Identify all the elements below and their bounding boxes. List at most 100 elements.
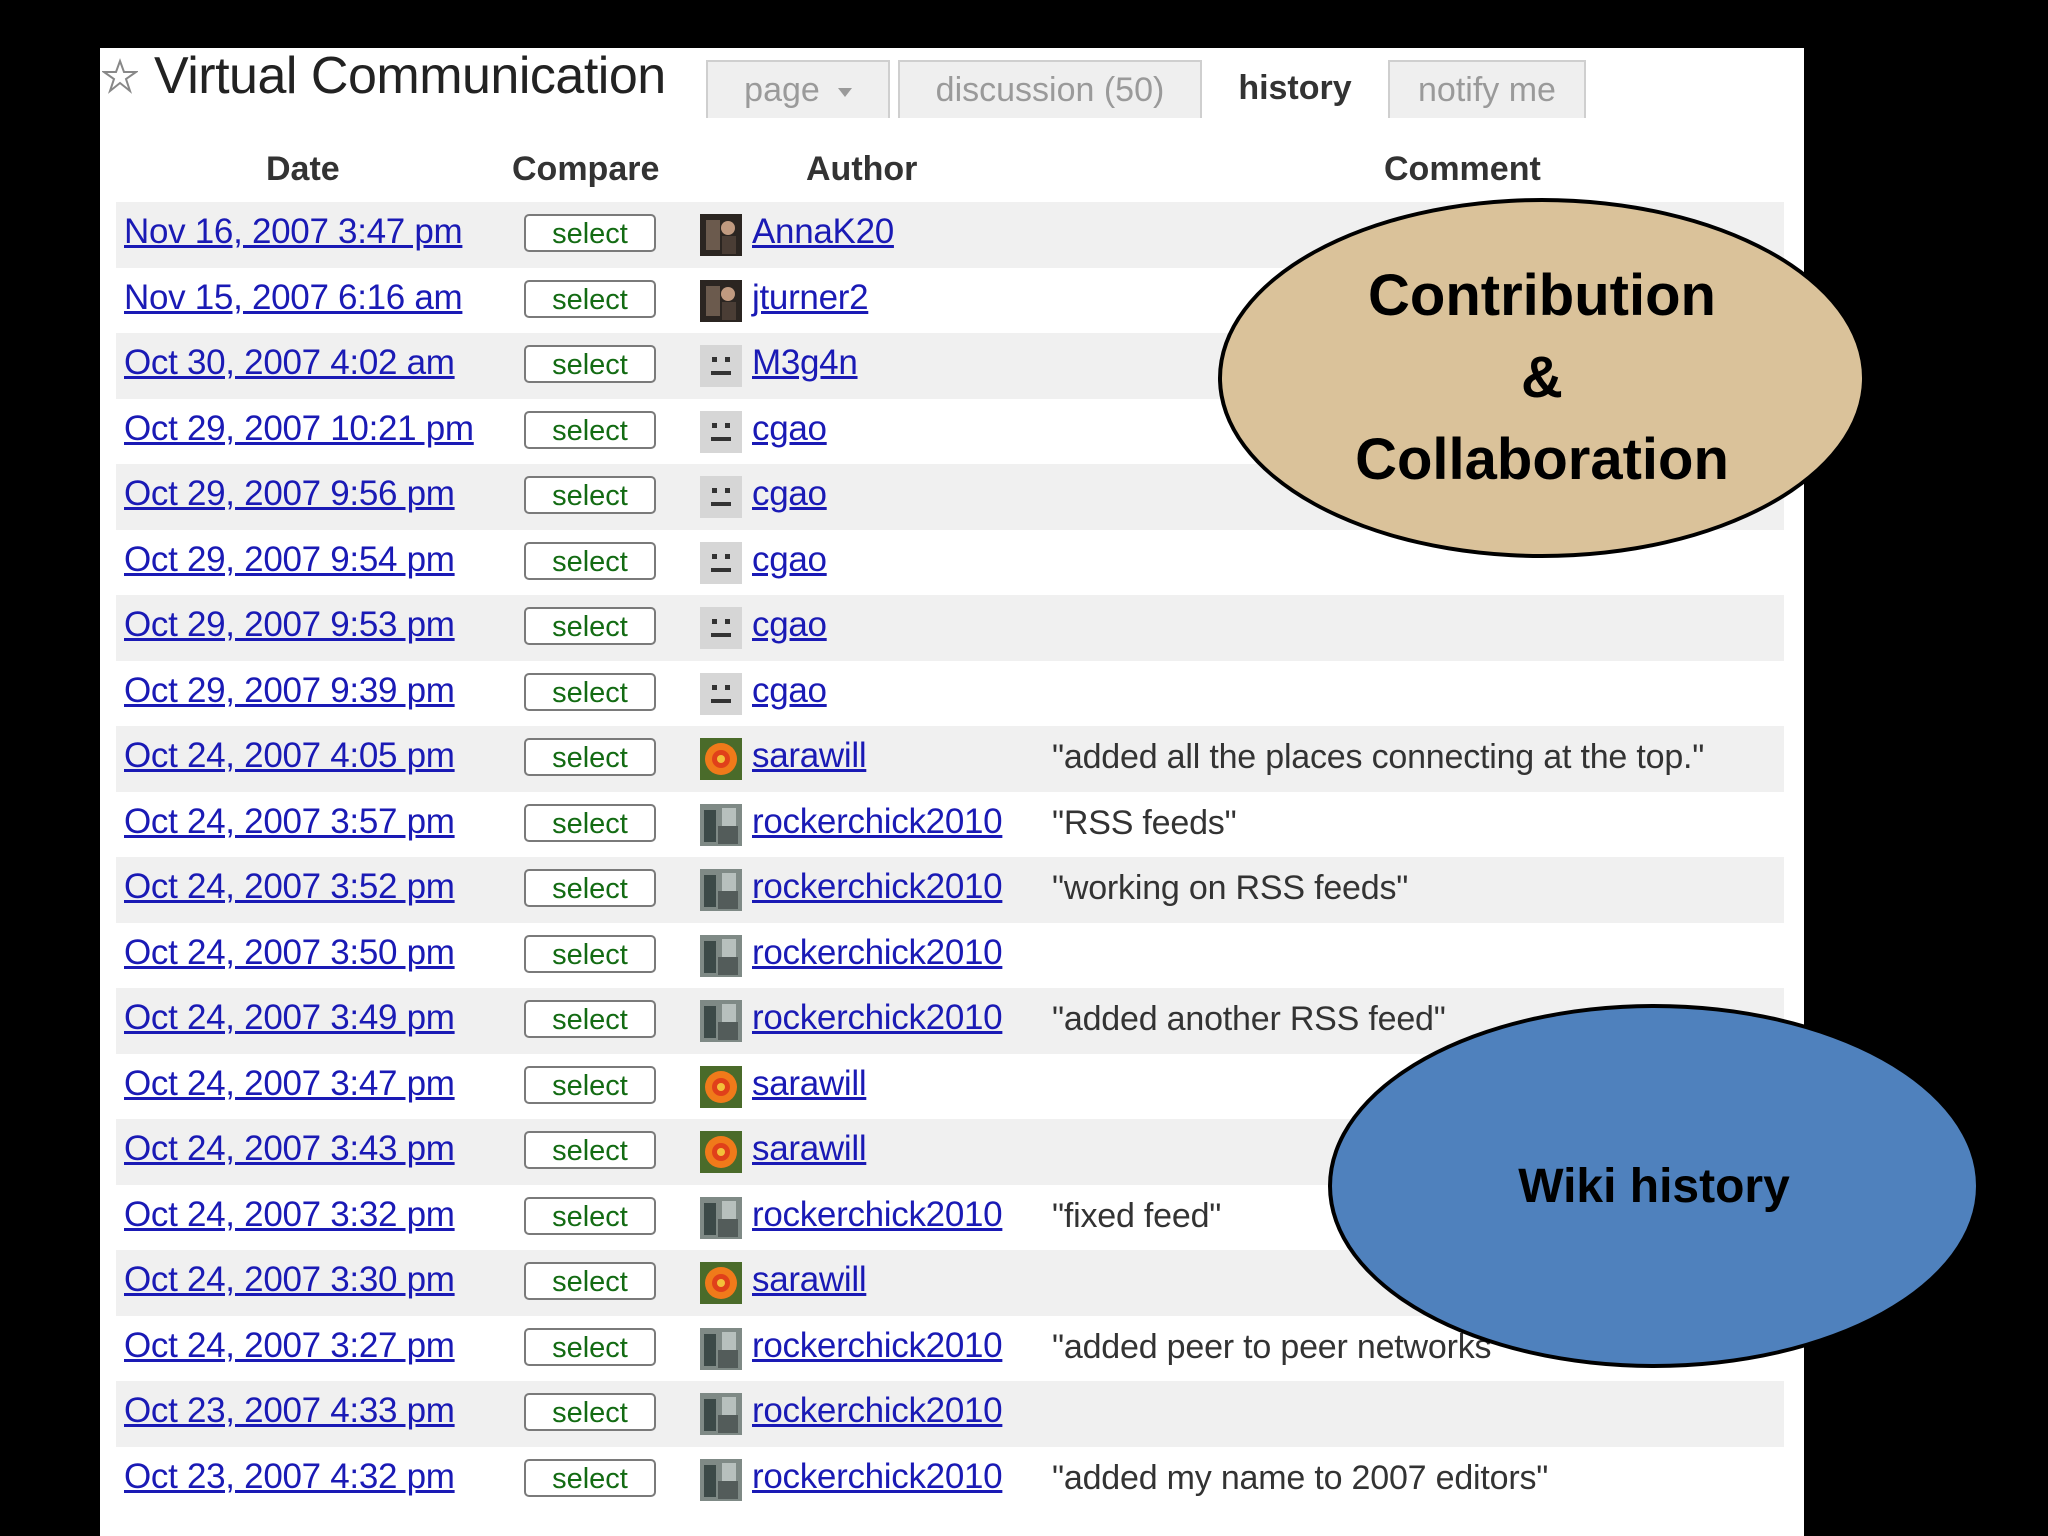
revision-comment: "fixed feed": [1052, 1196, 1222, 1235]
tab-discussion[interactable]: discussion (50): [898, 60, 1202, 118]
author-link[interactable]: sarawill: [752, 736, 867, 776]
avatar: [700, 869, 742, 911]
author-link[interactable]: rockerchick2010: [752, 933, 1003, 973]
author-link[interactable]: cgao: [752, 474, 827, 514]
revision-date-link[interactable]: Nov 15, 2007 6:16 am: [124, 278, 463, 318]
table-row: Oct 23, 2007 4:32 pm select rockerchick201…: [116, 1447, 1784, 1513]
author-link[interactable]: cgao: [752, 605, 827, 645]
select-button[interactable]: select: [524, 1131, 656, 1169]
author-link[interactable]: cgao: [752, 540, 827, 580]
select-button[interactable]: select: [524, 934, 656, 973]
select-button[interactable]: select: [524, 214, 656, 252]
revision-date-link[interactable]: Oct 29, 2007 9:53 pm: [124, 605, 455, 645]
tab-page[interactable]: page: [706, 60, 890, 118]
star-icon[interactable]: [102, 58, 138, 94]
revision-date-link[interactable]: Oct 24, 2007 3:49 pm: [124, 998, 455, 1038]
author-link[interactable]: rockerchick2010: [752, 802, 1003, 842]
revision-date-link[interactable]: Oct 23, 2007 4:32 pm: [124, 1457, 455, 1497]
revision-date-link[interactable]: Oct 30, 2007 4:02 am: [124, 343, 455, 383]
select-button[interactable]: select: [524, 672, 656, 711]
avatar: [700, 279, 742, 322]
column-header-compare: Compare: [512, 150, 660, 188]
avatar: [700, 672, 742, 715]
callout-line-1: Contribution: [1368, 263, 1716, 328]
page-title: Virtual Communication: [154, 48, 666, 105]
author-link[interactable]: sarawill: [752, 1064, 867, 1104]
select-button[interactable]: select: [524, 1000, 656, 1038]
author-link[interactable]: rockerchick2010: [752, 867, 1003, 907]
revision-date-link[interactable]: Oct 29, 2007 10:21 pm: [124, 409, 474, 449]
revision-date-link[interactable]: Oct 23, 2007 4:33 pm: [124, 1391, 455, 1431]
revision-date-link[interactable]: Oct 29, 2007 9:56 pm: [124, 474, 455, 514]
revision-date-link[interactable]: Oct 24, 2007 3:30 pm: [124, 1260, 455, 1300]
revision-comment: "added all the places connecting at the …: [1052, 738, 1705, 776]
author-link[interactable]: rockerchick2010: [752, 1391, 1003, 1431]
revision-comment: "working on RSS feeds": [1052, 869, 1409, 907]
author-link[interactable]: rockerchick2010: [752, 1195, 1003, 1235]
author-link[interactable]: cgao: [752, 409, 827, 449]
select-button[interactable]: select: [524, 738, 656, 776]
author-link[interactable]: sarawill: [752, 1260, 867, 1300]
revision-date-link[interactable]: Oct 24, 2007 4:05 pm: [124, 736, 455, 776]
callout-line-2: &: [1521, 345, 1563, 410]
column-header-author: Author: [806, 150, 918, 188]
avatar: [700, 1393, 742, 1435]
revision-date-link[interactable]: Oct 24, 2007 3:32 pm: [124, 1195, 455, 1235]
select-button[interactable]: select: [524, 803, 656, 842]
avatar: [700, 214, 742, 256]
select-button[interactable]: select: [524, 345, 656, 383]
tab-history[interactable]: history: [1212, 60, 1378, 118]
avatar: [700, 1327, 742, 1370]
table-row: Oct 29, 2007 9:39 pm select cgao: [116, 661, 1784, 727]
avatar: [700, 1131, 742, 1173]
select-button[interactable]: select: [524, 1327, 656, 1366]
avatar: [700, 410, 742, 453]
select-button[interactable]: select: [524, 1393, 656, 1431]
revision-date-link[interactable]: Oct 24, 2007 3:57 pm: [124, 802, 455, 842]
revision-date-link[interactable]: Oct 24, 2007 3:47 pm: [124, 1064, 455, 1104]
author-link[interactable]: sarawill: [752, 1129, 867, 1169]
revision-date-link[interactable]: Oct 24, 2007 3:27 pm: [124, 1326, 455, 1366]
revision-date-link[interactable]: Oct 24, 2007 3:43 pm: [124, 1129, 455, 1169]
chevron-down-icon: [837, 87, 852, 97]
author-link[interactable]: M3g4n: [752, 343, 858, 383]
revision-comment: "added my name to 2007 editors": [1052, 1458, 1549, 1497]
avatar: [700, 541, 742, 584]
select-button[interactable]: select: [524, 1196, 656, 1235]
avatar: [700, 476, 742, 518]
avatar: [700, 345, 742, 387]
revision-date-link[interactable]: Oct 29, 2007 9:54 pm: [124, 540, 455, 580]
revision-date-link[interactable]: Oct 29, 2007 9:39 pm: [124, 671, 455, 711]
select-button[interactable]: select: [524, 410, 656, 449]
author-link[interactable]: rockerchick2010: [752, 998, 1003, 1038]
select-button[interactable]: select: [524, 869, 656, 907]
tab-page-label: page: [744, 71, 820, 109]
callout-line-3: Collaboration: [1355, 427, 1729, 492]
author-link[interactable]: cgao: [752, 671, 827, 711]
author-link[interactable]: AnnaK20: [752, 212, 894, 252]
avatar: [700, 738, 742, 780]
avatar: [700, 1196, 742, 1239]
select-button[interactable]: select: [524, 1262, 656, 1300]
select-button[interactable]: select: [524, 607, 656, 645]
revision-comment: "added another RSS feed": [1052, 1000, 1446, 1038]
author-link[interactable]: rockerchick2010: [752, 1457, 1003, 1497]
revision-comment: "RSS feeds": [1052, 803, 1237, 842]
select-button[interactable]: select: [524, 476, 656, 514]
avatar: [700, 803, 742, 846]
revision-date-link[interactable]: Nov 16, 2007 3:47 pm: [124, 212, 463, 252]
select-button[interactable]: select: [524, 279, 656, 318]
revision-date-link[interactable]: Oct 24, 2007 3:50 pm: [124, 933, 455, 973]
tab-notify-me[interactable]: notify me: [1388, 60, 1586, 118]
table-row: Oct 23, 2007 4:33 pm select rockerchick201…: [116, 1381, 1784, 1447]
revision-date-link[interactable]: Oct 24, 2007 3:52 pm: [124, 867, 455, 907]
avatar: [700, 1458, 742, 1501]
author-link[interactable]: jturner2: [752, 278, 869, 318]
select-button[interactable]: select: [524, 1458, 656, 1497]
author-link[interactable]: rockerchick2010: [752, 1326, 1003, 1366]
wiki-history-callout: Wiki history: [1328, 1004, 1980, 1368]
select-button[interactable]: select: [524, 1065, 656, 1104]
table-row: Oct 24, 2007 4:05 pm select sarawill "added…: [116, 726, 1784, 792]
select-button[interactable]: select: [524, 541, 656, 580]
avatar: [700, 1262, 742, 1304]
